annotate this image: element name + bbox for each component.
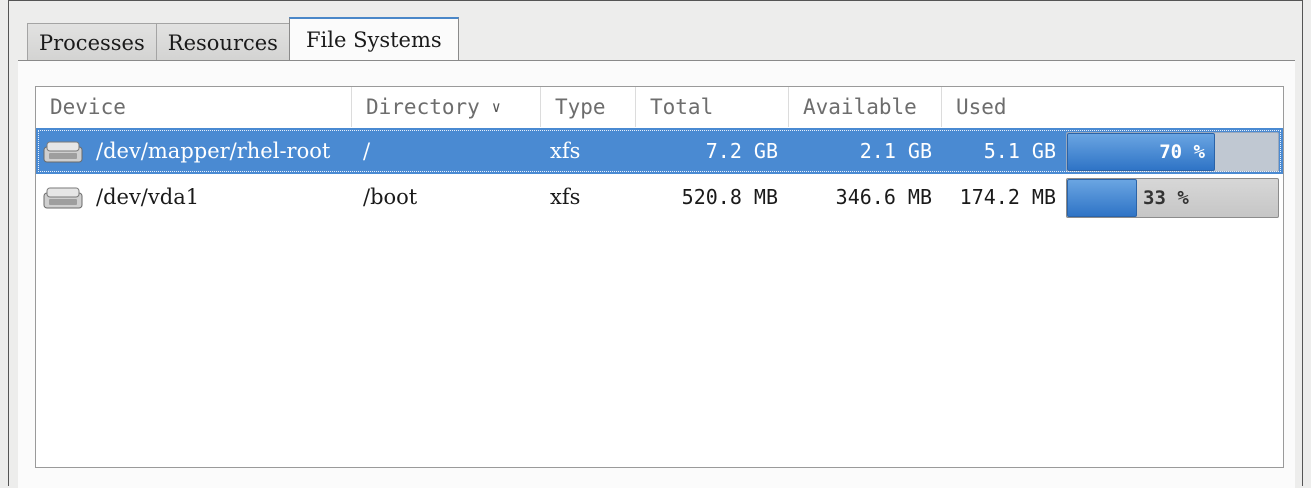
table-row[interactable]: /dev/mapper/rhel-root / xfs 7.2 GB 2.1 G… [36,128,1283,174]
used-size: 5.1 GB [983,139,1056,163]
column-header-used[interactable]: Used [942,87,1283,127]
filesystem-type: xfs [550,139,581,163]
total-size: 520.8 MB [681,185,778,209]
available-size: 2.1 GB [859,139,932,163]
tab-processes[interactable]: Processes [27,23,157,61]
column-header-directory-label: Directory [366,95,480,119]
device-name: /dev/mapper/rhel-root [96,139,331,163]
device-name: /dev/vda1 [96,185,200,209]
usage-percent: 33 % [1143,187,1189,209]
column-header-available-label: Available [803,95,917,119]
filesystem-type: xfs [550,185,581,209]
table-row[interactable]: /dev/vda1 /boot xfs 520.8 MB 346.6 MB 17… [36,174,1283,220]
used-size: 174.2 MB [959,185,1056,209]
column-header-directory[interactable]: Directory ∨ [352,87,541,127]
column-header-available[interactable]: Available [789,87,942,127]
usage-percent: 70 % [1159,141,1205,163]
tab-file-systems[interactable]: File Systems [288,17,459,61]
column-header-device-label: Device [50,95,126,119]
hard-drive-icon [43,187,83,209]
column-header-type-label: Type [555,95,606,119]
usage-bar-fill [1067,179,1137,217]
total-size: 7.2 GB [705,139,778,163]
file-systems-page: Device Directory ∨ Type Total Available … [18,60,1295,488]
tab-resources[interactable]: Resources [155,23,290,61]
tab-bar: Processes Resources File Systems [27,17,459,61]
sort-descending-icon: ∨ [491,98,501,116]
usage-bar: 33 % [1066,178,1279,218]
column-header-type[interactable]: Type [541,87,636,127]
column-header-device[interactable]: Device [36,87,352,127]
directory-path: /boot [363,185,418,209]
column-header-total[interactable]: Total [636,87,789,127]
column-header-total-label: Total [650,95,714,119]
usage-bar-fill [1067,133,1215,171]
system-monitor-window: Processes Resources File Systems Device … [8,0,1303,488]
usage-bar: 70 % [1066,132,1279,172]
available-size: 346.6 MB [835,185,932,209]
directory-path: / [363,139,371,163]
table-header: Device Directory ∨ Type Total Available … [36,87,1283,127]
file-systems-table[interactable]: Device Directory ∨ Type Total Available … [35,86,1284,468]
hard-drive-icon [43,141,83,163]
column-header-used-label: Used [956,95,1007,119]
